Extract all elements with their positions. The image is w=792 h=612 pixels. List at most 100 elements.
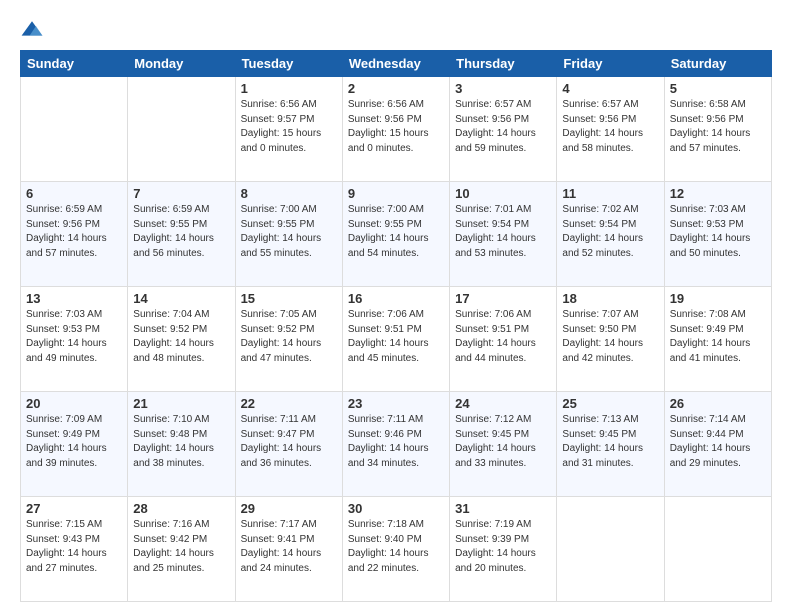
calendar-cell: 4 Sunrise: 6:57 AM Sunset: 9:56 PM Daylig…: [557, 77, 664, 182]
day-info: Sunrise: 7:16 AM Sunset: 9:42 PM Dayligh…: [133, 518, 229, 576]
day-number: 11: [562, 186, 658, 201]
day-number: 15: [241, 291, 337, 306]
calendar-cell: 1 Sunrise: 6:56 AM Sunset: 9:57 PM Daylig…: [235, 77, 342, 182]
day-number: 26: [670, 396, 766, 411]
calendar-cell: [21, 77, 128, 182]
day-number: 7: [133, 186, 229, 201]
day-info: Sunrise: 7:04 AM Sunset: 9:52 PM Dayligh…: [133, 308, 229, 366]
day-number: 30: [348, 501, 444, 516]
calendar-cell: [557, 497, 664, 602]
day-info: Sunrise: 6:59 AM Sunset: 9:56 PM Dayligh…: [26, 203, 122, 261]
day-info: Sunrise: 6:56 AM Sunset: 9:56 PM Dayligh…: [348, 98, 444, 156]
calendar-cell: 15 Sunrise: 7:05 AM Sunset: 9:52 PM Dayli…: [235, 287, 342, 392]
weekday-header-saturday: Saturday: [664, 51, 771, 77]
day-number: 19: [670, 291, 766, 306]
day-number: 8: [241, 186, 337, 201]
day-info: Sunrise: 6:59 AM Sunset: 9:55 PM Dayligh…: [133, 203, 229, 261]
day-number: 4: [562, 81, 658, 96]
calendar-cell: 19 Sunrise: 7:08 AM Sunset: 9:49 PM Dayli…: [664, 287, 771, 392]
calendar-cell: 26 Sunrise: 7:14 AM Sunset: 9:44 PM Dayli…: [664, 392, 771, 497]
day-number: 28: [133, 501, 229, 516]
day-number: 1: [241, 81, 337, 96]
calendar-cell: 16 Sunrise: 7:06 AM Sunset: 9:51 PM Dayli…: [342, 287, 449, 392]
day-number: 2: [348, 81, 444, 96]
calendar-week-3: 13 Sunrise: 7:03 AM Sunset: 9:53 PM Dayli…: [21, 287, 772, 392]
day-number: 13: [26, 291, 122, 306]
day-number: 12: [670, 186, 766, 201]
calendar-cell: 29Sunrise: 7:17 AM Sunset: 9:41 PM Dayli…: [235, 497, 342, 602]
weekday-header-wednesday: Wednesday: [342, 51, 449, 77]
day-info: Sunrise: 7:05 AM Sunset: 9:52 PM Dayligh…: [241, 308, 337, 366]
day-info: Sunrise: 6:57 AM Sunset: 9:56 PM Dayligh…: [455, 98, 551, 156]
day-number: 18: [562, 291, 658, 306]
calendar-header-row: SundayMondayTuesdayWednesdayThursdayFrid…: [21, 51, 772, 77]
day-number: 20: [26, 396, 122, 411]
calendar-cell: 6Sunrise: 6:59 AM Sunset: 9:56 PM Daylig…: [21, 182, 128, 287]
calendar-cell: 27 Sunrise: 7:15 AM Sunset: 9:43 PM Dayli…: [21, 497, 128, 602]
day-info: Sunrise: 7:19 AM Sunset: 9:39 PM Dayligh…: [455, 518, 551, 576]
day-info: Sunrise: 7:15 AM Sunset: 9:43 PM Dayligh…: [26, 518, 122, 576]
day-number: 21: [133, 396, 229, 411]
day-info: Sunrise: 7:14 AM Sunset: 9:44 PM Dayligh…: [670, 413, 766, 471]
day-number: 27: [26, 501, 122, 516]
weekday-header-friday: Friday: [557, 51, 664, 77]
day-info: Sunrise: 7:10 AM Sunset: 9:48 PM Dayligh…: [133, 413, 229, 471]
calendar-week-5: 27 Sunrise: 7:15 AM Sunset: 9:43 PM Dayli…: [21, 497, 772, 602]
header: [20, 18, 772, 42]
day-number: 22: [241, 396, 337, 411]
calendar-cell: 13 Sunrise: 7:03 AM Sunset: 9:53 PM Dayli…: [21, 287, 128, 392]
calendar-cell: 2 Sunrise: 6:56 AM Sunset: 9:56 PM Daylig…: [342, 77, 449, 182]
day-number: 9: [348, 186, 444, 201]
calendar-cell: 31 Sunrise: 7:19 AM Sunset: 9:39 PM Dayli…: [450, 497, 557, 602]
calendar-cell: 14 Sunrise: 7:04 AM Sunset: 9:52 PM Dayli…: [128, 287, 235, 392]
calendar-cell: [664, 497, 771, 602]
calendar-cell: 3Sunrise: 6:57 AM Sunset: 9:56 PM Daylig…: [450, 77, 557, 182]
day-number: 5: [670, 81, 766, 96]
calendar-cell: 25 Sunrise: 7:13 AM Sunset: 9:45 PM Dayli…: [557, 392, 664, 497]
calendar-cell: 18 Sunrise: 7:07 AM Sunset: 9:50 PM Dayli…: [557, 287, 664, 392]
day-number: 17: [455, 291, 551, 306]
weekday-header-tuesday: Tuesday: [235, 51, 342, 77]
day-number: 23: [348, 396, 444, 411]
day-number: 29: [241, 501, 337, 516]
day-number: 25: [562, 396, 658, 411]
day-info: Sunrise: 7:00 AM Sunset: 9:55 PM Dayligh…: [348, 203, 444, 261]
calendar-cell: 10 Sunrise: 7:01 AM Sunset: 9:54 PM Dayli…: [450, 182, 557, 287]
calendar-cell: 9 Sunrise: 7:00 AM Sunset: 9:55 PM Daylig…: [342, 182, 449, 287]
calendar-cell: 17 Sunrise: 7:06 AM Sunset: 9:51 PM Dayli…: [450, 287, 557, 392]
day-info: Sunrise: 7:12 AM Sunset: 9:45 PM Dayligh…: [455, 413, 551, 471]
day-number: 10: [455, 186, 551, 201]
day-number: 31: [455, 501, 551, 516]
calendar-cell: 30 Sunrise: 7:18 AM Sunset: 9:40 PM Dayli…: [342, 497, 449, 602]
calendar-cell: 7 Sunrise: 6:59 AM Sunset: 9:55 PM Daylig…: [128, 182, 235, 287]
day-number: 14: [133, 291, 229, 306]
calendar-table: SundayMondayTuesdayWednesdayThursdayFrid…: [20, 50, 772, 602]
day-info: Sunrise: 6:57 AM Sunset: 9:56 PM Dayligh…: [562, 98, 658, 156]
day-info: Sunrise: 7:06 AM Sunset: 9:51 PM Dayligh…: [348, 308, 444, 366]
calendar-cell: 5 Sunrise: 6:58 AM Sunset: 9:56 PM Daylig…: [664, 77, 771, 182]
day-info: Sunrise: 7:00 AM Sunset: 9:55 PM Dayligh…: [241, 203, 337, 261]
calendar-week-4: 20 Sunrise: 7:09 AM Sunset: 9:49 PM Dayli…: [21, 392, 772, 497]
calendar-cell: 12Sunrise: 7:03 AM Sunset: 9:53 PM Dayli…: [664, 182, 771, 287]
calendar-cell: 21 Sunrise: 7:10 AM Sunset: 9:48 PM Dayli…: [128, 392, 235, 497]
day-info: Sunrise: 7:06 AM Sunset: 9:51 PM Dayligh…: [455, 308, 551, 366]
day-number: 16: [348, 291, 444, 306]
day-info: Sunrise: 7:07 AM Sunset: 9:50 PM Dayligh…: [562, 308, 658, 366]
day-info: Sunrise: 7:13 AM Sunset: 9:45 PM Dayligh…: [562, 413, 658, 471]
day-info: Sunrise: 6:58 AM Sunset: 9:56 PM Dayligh…: [670, 98, 766, 156]
day-number: 24: [455, 396, 551, 411]
day-info: Sunrise: 7:03 AM Sunset: 9:53 PM Dayligh…: [26, 308, 122, 366]
day-info: Sunrise: 6:56 AM Sunset: 9:57 PM Dayligh…: [241, 98, 337, 156]
calendar-week-1: 1 Sunrise: 6:56 AM Sunset: 9:57 PM Daylig…: [21, 77, 772, 182]
day-info: Sunrise: 7:01 AM Sunset: 9:54 PM Dayligh…: [455, 203, 551, 261]
weekday-header-monday: Monday: [128, 51, 235, 77]
calendar-cell: 23Sunrise: 7:11 AM Sunset: 9:46 PM Dayli…: [342, 392, 449, 497]
calendar-cell: 11Sunrise: 7:02 AM Sunset: 9:54 PM Dayli…: [557, 182, 664, 287]
day-info: Sunrise: 7:18 AM Sunset: 9:40 PM Dayligh…: [348, 518, 444, 576]
day-info: Sunrise: 7:08 AM Sunset: 9:49 PM Dayligh…: [670, 308, 766, 366]
page: SundayMondayTuesdayWednesdayThursdayFrid…: [0, 0, 792, 612]
calendar-cell: 28 Sunrise: 7:16 AM Sunset: 9:42 PM Dayli…: [128, 497, 235, 602]
calendar-cell: 8 Sunrise: 7:00 AM Sunset: 9:55 PM Daylig…: [235, 182, 342, 287]
day-info: Sunrise: 7:09 AM Sunset: 9:49 PM Dayligh…: [26, 413, 122, 471]
calendar-cell: 24 Sunrise: 7:12 AM Sunset: 9:45 PM Dayli…: [450, 392, 557, 497]
